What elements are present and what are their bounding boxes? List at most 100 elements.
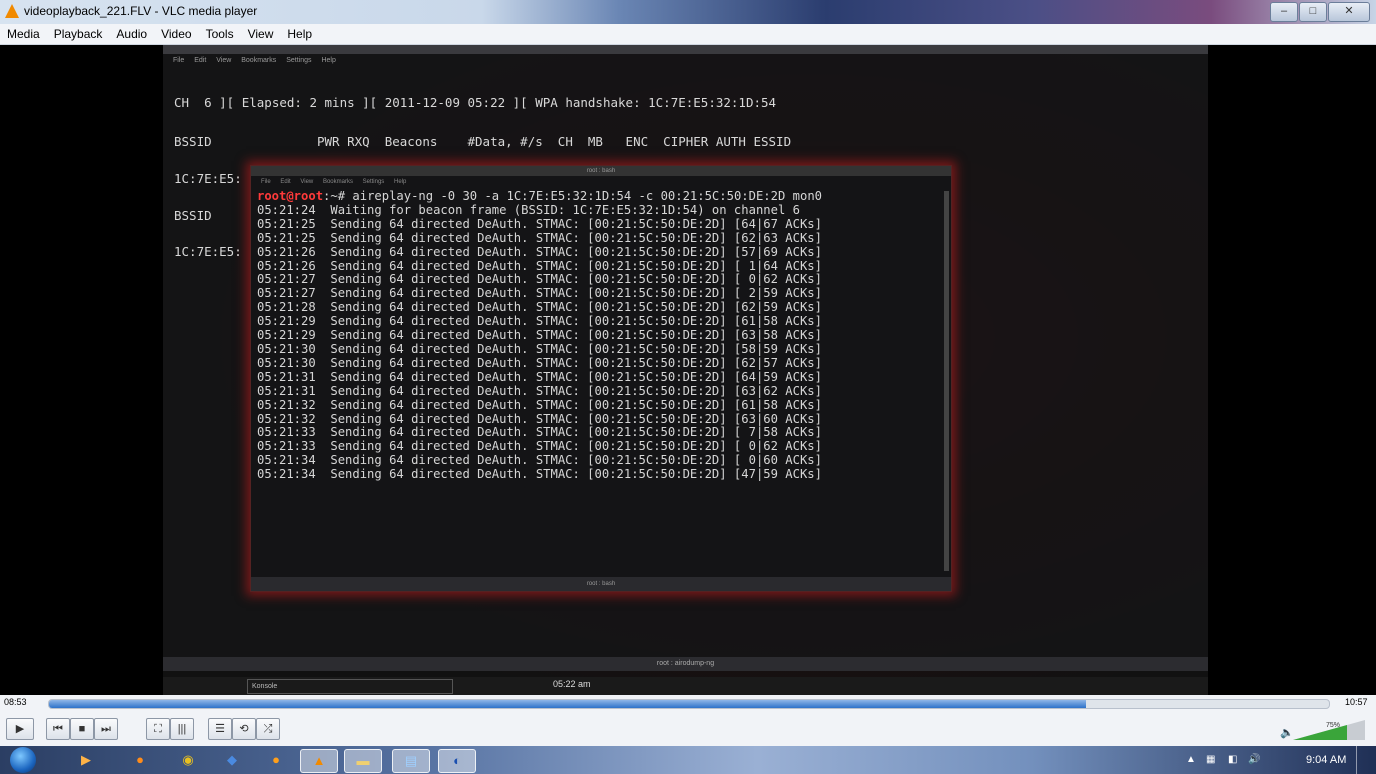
term-menu-view: View — [300, 179, 314, 185]
controls-row: ▶ ⏮ ■ ⏭ ⛶ ||| ☰ ⟲ ⤮ 🔈 75% — [0, 712, 1376, 746]
output-line: 05:21:31 Sending 64 directed DeAuth. STM… — [257, 369, 822, 384]
bg-menu-bookmarks: Bookmarks — [241, 57, 277, 64]
background-konsole-titlebar — [163, 45, 1208, 54]
airodump-columns-line: BSSID PWR RXQ Beacons #Data, #/s CH MB E… — [174, 134, 792, 149]
terminal-output: root@root:~# aireplay-ng -0 30 -a 1C:7E:… — [251, 188, 951, 482]
background-konsole-menu: File Edit View Bookmarks Settings Help — [163, 54, 1208, 68]
loop-button[interactable]: ⟲ — [232, 718, 256, 740]
bg-menu-view: View — [216, 57, 232, 64]
media-center-icon[interactable]: ▶ — [68, 749, 104, 771]
output-line: 05:21:32 Sending 64 directed DeAuth. STM… — [257, 397, 822, 412]
output-line: 05:21:25 Sending 64 directed DeAuth. STM… — [257, 216, 822, 231]
kde-panel: Konsole 05:22 am — [163, 677, 1208, 695]
term-menu-bookmarks: Bookmarks — [322, 179, 353, 185]
tray-expand-icon[interactable]: ▲ — [1186, 754, 1196, 765]
close-button[interactable]: ✕ — [1328, 2, 1370, 22]
menu-bar: Media Playback Audio Video Tools View He… — [0, 24, 1376, 45]
total-time: 10:57 — [1345, 697, 1368, 707]
next-button[interactable]: ⏭ — [94, 718, 118, 740]
term-menu-edit: Edit — [280, 179, 291, 185]
maximize-button[interactable]: □ — [1299, 2, 1327, 22]
show-desktop-button[interactable] — [1356, 746, 1371, 774]
volume-percent: 75% — [1326, 722, 1341, 729]
output-line: 05:21:30 Sending 64 directed DeAuth. STM… — [257, 355, 822, 370]
output-line: 05:21:27 Sending 64 directed DeAuth. STM… — [257, 286, 822, 301]
menu-audio[interactable]: Audio — [109, 24, 154, 44]
notepad-icon[interactable]: ▤ — [392, 749, 430, 773]
speaker-icon[interactable]: 🔈 — [1280, 726, 1294, 739]
aireplay-terminal: root : bash File Edit View Bookmarks Set… — [250, 165, 952, 592]
airodump-station-row: 1C:7E:E5: — [174, 244, 242, 259]
start-button[interactable] — [10, 747, 36, 773]
video-area[interactable]: File Edit View Bookmarks Settings Help C… — [0, 45, 1376, 695]
kde-task-konsole: Konsole — [247, 679, 453, 694]
output-line: 05:21:34 Sending 64 directed DeAuth. STM… — [257, 453, 822, 468]
menu-view[interactable]: View — [241, 24, 281, 44]
firefox-icon[interactable]: ● — [122, 749, 158, 771]
play-button[interactable]: ▶ — [6, 718, 34, 740]
stop-button[interactable]: ■ — [70, 718, 94, 740]
previous-button[interactable]: ⏮ — [46, 718, 70, 740]
terminal-titlebar: root : bash — [251, 166, 951, 176]
output-line: 05:21:31 Sending 64 directed DeAuth. STM… — [257, 383, 822, 398]
seek-row: 08:53 10:57 — [0, 695, 1376, 712]
app-icon[interactable]: ◆ — [214, 749, 250, 771]
airodump-ap-row: 1C:7E:E5: — [174, 171, 242, 186]
background-konsole-status: root : airodump-ng — [163, 657, 1208, 671]
airodump-header-line: CH 6 ][ Elapsed: 2 mins ][ 2011-12-09 05… — [174, 95, 777, 110]
output-line: 05:21:30 Sending 64 directed DeAuth. STM… — [257, 341, 822, 356]
menu-playback[interactable]: Playback — [47, 24, 110, 44]
explorer-icon[interactable]: ▬ — [344, 749, 382, 773]
window-title: videoplayback_221.FLV - VLC media player — [24, 4, 258, 18]
vlc-icon[interactable]: ▲ — [300, 749, 338, 773]
menu-media[interactable]: Media — [0, 24, 47, 44]
volume-tray-icon[interactable]: 🔊 — [1248, 754, 1260, 765]
playlist-button[interactable]: ☰ — [208, 718, 232, 740]
bg-menu-help: Help — [321, 57, 336, 64]
windows-taskbar: ▶ ● ◉ ◆ ● ▲ ▬ ▤ ◐ ▲ ▦ ◧ 🔊 9:04 AM — [0, 746, 1376, 774]
output-line: 05:21:28 Sending 64 directed DeAuth. STM… — [257, 300, 822, 315]
bg-menu-settings: Settings — [286, 57, 312, 64]
menu-video[interactable]: Video — [154, 24, 198, 44]
output-line: 05:21:25 Sending 64 directed DeAuth. STM… — [257, 230, 822, 245]
seek-progress — [49, 700, 1086, 708]
network-icon[interactable]: ▦ — [1206, 754, 1215, 765]
extended-settings-button[interactable]: ||| — [170, 718, 194, 740]
vlc-cone-icon — [5, 4, 19, 18]
output-line: 05:21:33 Sending 64 directed DeAuth. STM… — [257, 439, 822, 454]
output-line: 05:21:26 Sending 64 directed DeAuth. STM… — [257, 258, 822, 273]
minimize-button[interactable]: – — [1270, 2, 1298, 22]
chrome-icon[interactable]: ◉ — [170, 749, 206, 771]
output-line: 05:21:32 Sending 64 directed DeAuth. STM… — [257, 411, 822, 426]
terminal-scrollbar — [944, 191, 949, 571]
elapsed-time: 08:53 — [4, 697, 27, 707]
output-line: 05:21:34 Sending 64 directed DeAuth. STM… — [257, 467, 822, 482]
bg-menu-file: File — [173, 57, 185, 64]
kde-clock: 05:22 am — [553, 679, 591, 689]
term-menu-help: Help — [393, 179, 407, 185]
shuffle-button[interactable]: ⤮ — [256, 718, 280, 740]
window-controls: – □ ✕ — [1270, 2, 1370, 22]
shell-prompt: root@root — [257, 189, 324, 203]
terminal-status: root : bash — [251, 577, 951, 591]
system-clock[interactable]: 9:04 AM — [1306, 754, 1346, 766]
app-icon-2[interactable]: ● — [258, 749, 294, 771]
bg-menu-edit: Edit — [194, 57, 207, 64]
action-center-icon[interactable]: ◧ — [1228, 754, 1237, 765]
teamviewer-icon[interactable]: ◐ — [438, 749, 476, 773]
menu-help[interactable]: Help — [280, 24, 319, 44]
output-line: 05:21:33 Sending 64 directed DeAuth. STM… — [257, 425, 822, 440]
title-bar: videoplayback_221.FLV - VLC media player… — [0, 0, 1376, 24]
output-line: 05:21:24 Waiting for beacon frame (BSSID… — [257, 202, 800, 217]
airodump-station-header: BSSID — [174, 208, 212, 223]
terminal-menu: File Edit View Bookmarks Settings Help — [251, 176, 951, 188]
term-menu-file: File — [261, 179, 271, 185]
fullscreen-button[interactable]: ⛶ — [146, 718, 170, 740]
term-menu-settings: Settings — [362, 179, 385, 185]
output-line: 05:21:27 Sending 64 directed DeAuth. STM… — [257, 272, 822, 287]
output-line: 05:21:29 Sending 64 directed DeAuth. STM… — [257, 328, 822, 343]
seek-slider[interactable] — [48, 699, 1330, 709]
menu-tools[interactable]: Tools — [199, 24, 241, 44]
output-line: 05:21:26 Sending 64 directed DeAuth. STM… — [257, 244, 822, 259]
shell-command: :~# aireplay-ng -0 30 -a 1C:7E:E5:32:1D:… — [323, 189, 822, 203]
